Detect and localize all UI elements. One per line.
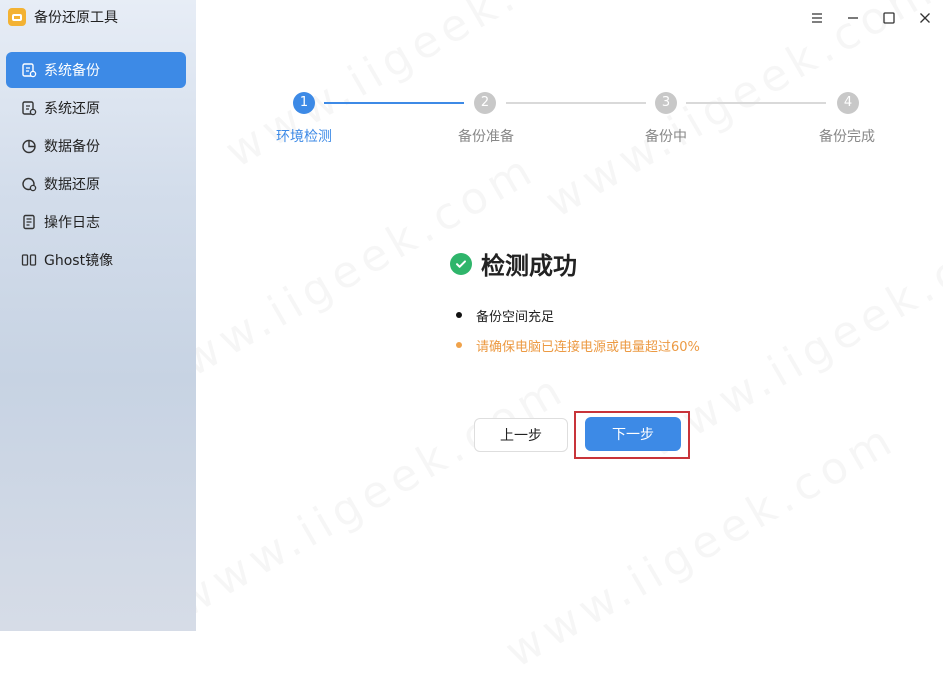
step-2-circle: 2 — [474, 92, 496, 114]
step-connector-1 — [324, 102, 464, 104]
sidebar-nav: 系统备份 系统还原 数据备份 数据还原 操作日志 Ghost镜像 — [6, 52, 186, 280]
step-1-circle: 1 — [293, 92, 315, 114]
sidebar: 备份还原工具 系统备份 系统还原 数据备份 数据还原 操作日志 Ghost镜像 — [0, 0, 196, 631]
step-connector-2 — [506, 102, 646, 104]
result-item-text: 请确保电脑已连接电源或电量超过60% — [476, 339, 700, 355]
backup-folder-icon — [8, 8, 26, 26]
sidebar-item-label: 操作日志 — [44, 215, 100, 231]
bullet-icon — [456, 342, 462, 348]
close-button[interactable] — [907, 6, 943, 30]
step-1-label: 环境检测 — [276, 129, 332, 145]
sidebar-item-label: Ghost镜像 — [44, 253, 114, 269]
maximize-button[interactable] — [871, 6, 907, 30]
result-title: 检测成功 — [481, 252, 577, 280]
close-icon — [920, 13, 930, 23]
window-controls — [799, 6, 943, 30]
hamburger-icon — [812, 13, 822, 23]
menu-button[interactable] — [799, 6, 835, 30]
sidebar-item-ghost[interactable]: Ghost镜像 — [6, 242, 186, 278]
ghost-image-icon — [20, 251, 38, 269]
list-item: 备份空间充足 — [456, 300, 700, 330]
progress-stepper: 1 2 3 4 环境检测 备份准备 备份中 备份完成 — [270, 92, 890, 152]
check-circle-icon — [450, 252, 472, 275]
minimize-icon — [848, 17, 858, 19]
sidebar-item-label: 系统还原 — [44, 101, 100, 117]
sidebar-item-data-restore[interactable]: 数据还原 — [6, 166, 186, 202]
sidebar-item-label: 系统备份 — [44, 63, 100, 79]
step-4-circle: 4 — [837, 92, 859, 114]
bullet-icon — [456, 312, 462, 318]
watermark: www.iigeek.com — [167, 363, 575, 628]
watermark: www.iigeek.com — [497, 413, 905, 678]
log-icon — [20, 213, 38, 231]
list-item: 请确保电脑已连接电源或电量超过60% — [456, 330, 700, 360]
maximize-icon — [883, 12, 895, 24]
sidebar-item-log[interactable]: 操作日志 — [6, 204, 186, 240]
result-list: 备份空间充足 请确保电脑已连接电源或电量超过60% — [456, 300, 700, 360]
sidebar-item-data-backup[interactable]: 数据备份 — [6, 128, 186, 164]
sidebar-item-label: 数据还原 — [44, 177, 100, 193]
app-title: 备份还原工具 — [34, 10, 118, 26]
app-header: 备份还原工具 — [8, 6, 118, 28]
result-header: 检测成功 — [450, 246, 577, 281]
step-3-label: 备份中 — [645, 129, 687, 145]
data-backup-icon — [20, 137, 38, 155]
data-restore-icon — [20, 175, 38, 193]
prev-step-button[interactable]: 上一步 — [474, 418, 568, 452]
minimize-button[interactable] — [835, 6, 871, 30]
step-3-circle: 3 — [655, 92, 677, 114]
next-step-button[interactable]: 下一步 — [585, 417, 681, 451]
result-item-text: 备份空间充足 — [476, 309, 555, 325]
sidebar-item-label: 数据备份 — [44, 139, 100, 155]
system-restore-icon — [20, 99, 38, 117]
sidebar-item-system-backup[interactable]: 系统备份 — [6, 52, 186, 88]
step-2-label: 备份准备 — [458, 129, 514, 145]
sidebar-item-system-restore[interactable]: 系统还原 — [6, 90, 186, 126]
step-4-label: 备份完成 — [819, 129, 875, 145]
step-connector-3 — [686, 102, 826, 104]
system-backup-icon — [20, 61, 38, 79]
